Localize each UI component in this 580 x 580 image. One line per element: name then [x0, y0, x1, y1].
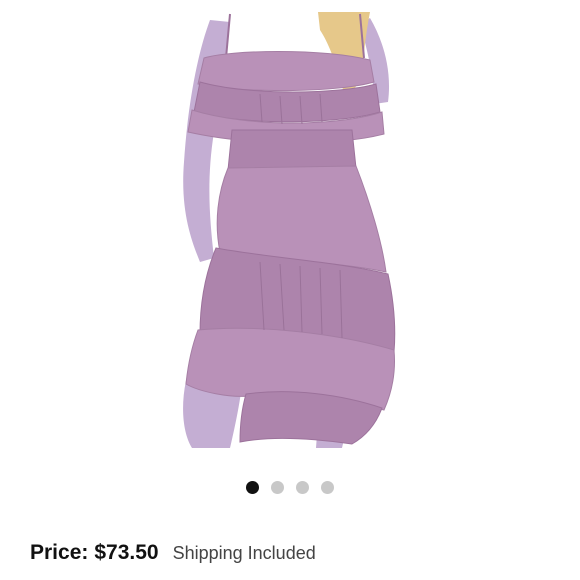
price-amount: $73.50 — [94, 541, 159, 564]
image-carousel-indicator — [0, 481, 580, 495]
price-label: Price: — [30, 541, 89, 564]
shipping-note: Shipping Included — [172, 543, 316, 563]
waist — [227, 129, 357, 171]
carousel-dot-2[interactable] — [271, 481, 284, 494]
price-row: Price: $73.50 Shipping Included — [30, 541, 316, 571]
carousel-dot-4[interactable] — [321, 481, 334, 494]
carousel-dot-1[interactable] — [246, 481, 259, 494]
carousel-dot-3[interactable] — [296, 481, 309, 494]
product-image[interactable] — [170, 12, 410, 452]
ruffle-top-1 — [197, 51, 375, 92]
product-image-drawing — [183, 12, 396, 448]
